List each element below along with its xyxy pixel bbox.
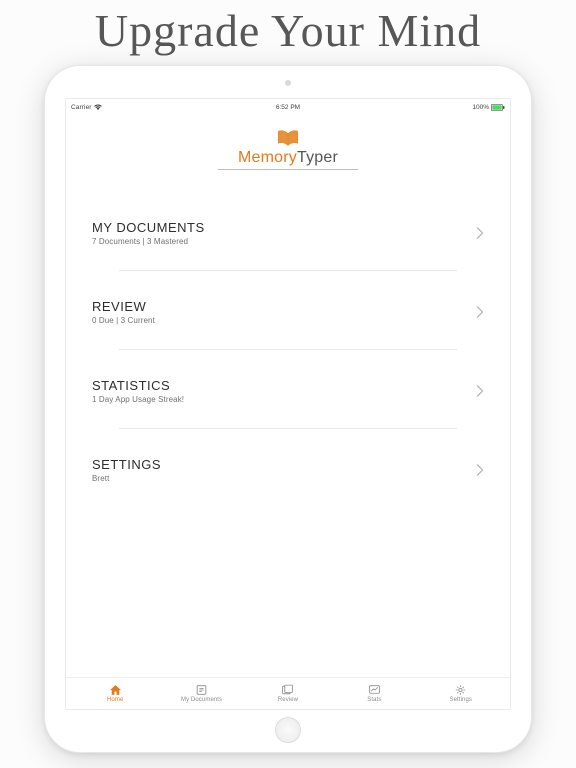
tab-label: Review [278, 697, 298, 703]
carrier-label: Carrier [71, 104, 92, 111]
brand-underline [218, 169, 358, 170]
divider [119, 349, 456, 350]
menu-item-subtitle: 7 Documents | 3 Mastered [92, 237, 476, 246]
documents-icon [195, 684, 208, 696]
menu-item-subtitle: 0 Due | 3 Current [92, 316, 476, 325]
tab-label: Settings [450, 697, 472, 703]
book-logo-icon [276, 129, 300, 147]
battery-icon [491, 104, 505, 111]
tab-home[interactable]: Home [79, 684, 151, 703]
menu-item-settings[interactable]: SETTINGS Brett [92, 439, 484, 497]
battery-percent: 100% [472, 104, 489, 111]
chevron-right-icon [476, 306, 484, 318]
menu-item-subtitle: 1 Day App Usage Streak! [92, 395, 476, 404]
brand-word-1: Memory [238, 149, 297, 166]
menu-item-title: REVIEW [92, 299, 476, 314]
menu-item-review[interactable]: REVIEW 0 Due | 3 Current [92, 281, 484, 339]
review-icon [281, 684, 294, 696]
menu-item-title: STATISTICS [92, 378, 476, 393]
menu-item-title: MY DOCUMENTS [92, 220, 476, 235]
app-screen: Carrier 6:52 PM 100% MemoryTyper [65, 98, 511, 710]
tab-review[interactable]: Review [252, 684, 324, 703]
tab-settings[interactable]: Settings [425, 684, 497, 703]
gear-icon [454, 684, 467, 696]
tab-label: My Documents [181, 697, 222, 703]
home-icon [109, 684, 122, 696]
menu-item-subtitle: Brett [92, 474, 476, 483]
menu-item-title: SETTINGS [92, 457, 476, 472]
divider [119, 270, 456, 271]
tab-bar: Home My Documents Review Stats Settings [66, 677, 510, 709]
brand-word-2: Typer [297, 149, 338, 166]
status-bar: Carrier 6:52 PM 100% [66, 99, 510, 113]
tab-label: Stats [367, 697, 381, 703]
main-menu-list: MY DOCUMENTS 7 Documents | 3 Mastered RE… [66, 178, 510, 677]
device-frame: Carrier 6:52 PM 100% MemoryTyper [44, 65, 532, 753]
menu-item-statistics[interactable]: STATISTICS 1 Day App Usage Streak! [92, 360, 484, 418]
device-home-button[interactable] [275, 717, 301, 743]
app-brand-name: MemoryTyper [66, 149, 510, 167]
status-left: Carrier [71, 104, 102, 111]
tab-stats[interactable]: Stats [338, 684, 410, 703]
divider [119, 428, 456, 429]
chevron-right-icon [476, 227, 484, 239]
device-camera [285, 80, 291, 86]
menu-item-documents[interactable]: MY DOCUMENTS 7 Documents | 3 Mastered [92, 202, 484, 260]
tab-documents[interactable]: My Documents [166, 684, 238, 703]
wifi-icon [94, 104, 102, 110]
tab-label: Home [107, 697, 123, 703]
marketing-headline: Upgrade Your Mind [0, 0, 576, 65]
chevron-right-icon [476, 385, 484, 397]
status-time: 6:52 PM [276, 104, 300, 111]
chevron-right-icon [476, 464, 484, 476]
app-logo-area: MemoryTyper [66, 113, 510, 178]
stats-icon [368, 684, 381, 696]
status-right: 100% [472, 104, 505, 111]
